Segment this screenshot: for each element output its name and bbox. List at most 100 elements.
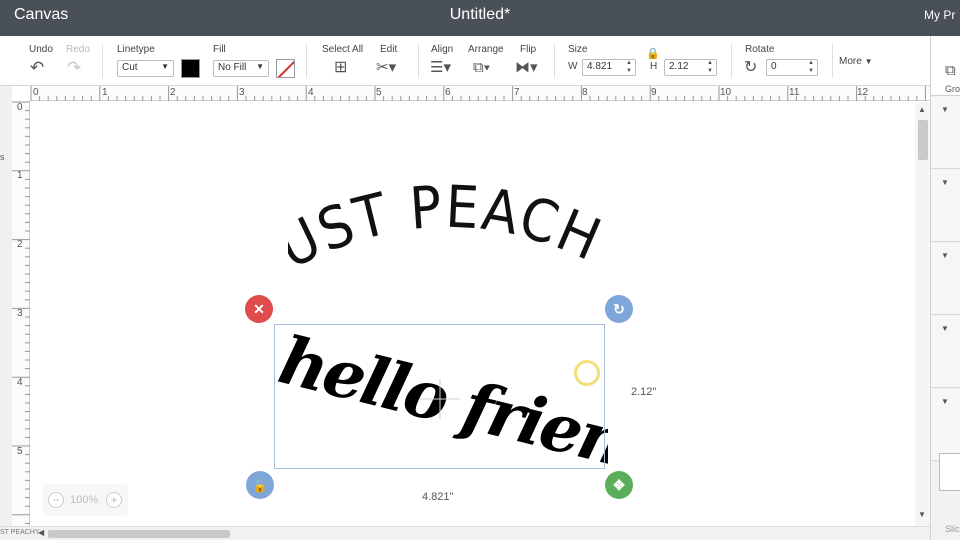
ruler-number: 0: [33, 87, 39, 98]
align-label: Align: [431, 44, 454, 55]
stepper-arrows-icon[interactable]: ▲ ▼: [707, 59, 713, 75]
select-all-icon[interactable]: ⊞: [334, 58, 347, 78]
layer-row[interactable]: ▼: [931, 389, 960, 461]
arrange-icon[interactable]: ⧉▾: [473, 58, 490, 78]
toolbar-divider: [102, 44, 103, 78]
lock-handle[interactable]: 🔓: [246, 471, 274, 499]
linetype-select[interactable]: Cut ▼: [117, 60, 174, 77]
rotate-value: 0: [771, 61, 777, 72]
delete-handle[interactable]: ✕: [245, 295, 273, 323]
height-input[interactable]: 2.12 ▲ ▼: [664, 59, 717, 76]
chevron-down-icon: ▼: [864, 57, 873, 66]
scroll-thumb[interactable]: [48, 530, 230, 538]
ruler-number: 9: [651, 87, 657, 98]
toolbar-divider: [731, 44, 732, 78]
edit-icon[interactable]: ✂▾: [376, 58, 396, 78]
chevron-down-icon[interactable]: ▼: [941, 251, 949, 260]
chevron-down-icon: ▼: [256, 62, 264, 71]
rotate-icon: ↻: [744, 59, 758, 76]
left-panel-edge: s: [0, 86, 12, 526]
height-label: H: [650, 61, 658, 72]
rotate-label: Rotate: [745, 44, 775, 55]
chevron-down-icon[interactable]: ▼: [941, 105, 949, 114]
flip-icon[interactable]: ⧓▾: [515, 58, 538, 78]
ruler-number: 11: [789, 87, 800, 98]
size-label: Size: [568, 44, 588, 55]
left-edge-label: s: [0, 152, 5, 162]
width-value: 4.821: [587, 61, 613, 72]
stepper-arrows-icon[interactable]: ▲ ▼: [626, 59, 632, 75]
move-arrows-icon: ✥: [613, 477, 625, 493]
arrange-label: Arrange: [468, 44, 504, 55]
ruler-number: 10: [720, 87, 732, 98]
canvas-color-swatch[interactable]: [939, 453, 960, 491]
chevron-down-icon[interactable]: ▼: [941, 324, 949, 333]
flip-label: Flip: [520, 44, 537, 55]
select-all-label: Select All: [322, 44, 364, 55]
undo-icon[interactable]: ↶: [30, 58, 44, 78]
close-icon: ✕: [253, 301, 265, 317]
selection-center-crosshair: [420, 379, 460, 419]
scale-handle[interactable]: ✥: [605, 471, 633, 499]
width-input[interactable]: 4.821 ▲ ▼: [582, 59, 636, 76]
scroll-up-icon[interactable]: ▲: [918, 105, 926, 114]
fill-value: No Fill: [218, 62, 247, 73]
edit-label: Edit: [380, 44, 398, 55]
layer-row[interactable]: ▼: [931, 243, 960, 315]
rotate-input[interactable]: 0 ▲ ▼: [766, 59, 818, 76]
chevron-down-icon[interactable]: ▼: [941, 178, 949, 187]
scroll-down-icon[interactable]: ▼: [918, 510, 926, 519]
redo-label: Redo: [66, 44, 90, 55]
ruler-number: 4: [17, 377, 23, 388]
vertical-scrollbar[interactable]: ▲ ▼: [915, 102, 930, 526]
svg-text:JUST PEACHY: JUST PEACHY: [288, 176, 608, 282]
zoom-out-button[interactable]: −: [48, 492, 64, 508]
slice-label[interactable]: Slice: [945, 524, 960, 534]
layers-panel-header: ⧉ Grou: [931, 36, 960, 96]
title-bar: Canvas Untitled* My Pr: [0, 0, 960, 36]
chevron-down-icon: ▼: [161, 62, 169, 71]
toolbar-divider: [418, 44, 419, 78]
stepper-arrows-icon[interactable]: ▲ ▼: [808, 59, 814, 75]
selection-box[interactable]: [274, 324, 605, 469]
unlock-icon: 🔓: [252, 479, 268, 493]
ruler-number: 5: [17, 446, 23, 457]
ruler-number: 2: [170, 87, 176, 98]
ruler-number: 5: [376, 87, 382, 98]
more-button[interactable]: More ▼: [839, 56, 873, 67]
group-label[interactable]: Grou: [945, 84, 960, 94]
layer-row[interactable]: ▼: [931, 97, 960, 169]
layer-row[interactable]: ▼: [931, 316, 960, 388]
title-text: JUST PEACHY: [288, 176, 608, 282]
horizontal-ruler: 0 1 2 3 4 5 6 7 8 9 10 11 12: [30, 86, 930, 101]
ruler-number: 4: [308, 87, 314, 98]
height-readout: 2.12": [631, 386, 657, 398]
ruler-number: 0: [17, 102, 23, 113]
layers-icon[interactable]: ⧉: [945, 62, 956, 79]
undo-label: Undo: [29, 44, 53, 55]
redo-icon[interactable]: ↷: [67, 58, 81, 78]
scroll-thumb[interactable]: [918, 120, 928, 160]
document-title: Untitled*: [449, 6, 511, 23]
linetype-label: Linetype: [117, 44, 155, 55]
layer-row[interactable]: ▼: [931, 170, 960, 242]
just-peachy-text[interactable]: JUST PEACHY: [288, 176, 608, 286]
linetype-color-swatch[interactable]: [181, 59, 200, 78]
fill-select[interactable]: No Fill ▼: [213, 60, 269, 77]
zoom-in-button[interactable]: +: [106, 492, 122, 508]
horizontal-scrollbar[interactable]: ST PEACHY ◀: [0, 526, 930, 540]
fill-color-swatch[interactable]: [276, 59, 295, 78]
linetype-value: Cut: [122, 62, 138, 73]
scroll-left-icon[interactable]: ◀: [38, 528, 44, 537]
ruler-number: 12: [857, 87, 869, 98]
more-label: More: [839, 56, 862, 67]
toolbar-divider: [832, 44, 833, 78]
layers-panel: ⧉ Grou ▼ ▼ ▼ ▼ ▼ Slice: [930, 36, 960, 540]
chevron-down-icon[interactable]: ▼: [941, 397, 949, 406]
rotate-handle[interactable]: ↻: [605, 295, 633, 323]
my-projects-link[interactable]: My Pr: [924, 8, 960, 22]
toolbar-divider: [306, 44, 307, 78]
fill-label: Fill: [213, 44, 226, 55]
toolbar: Undo ↶ Redo ↷ Linetype Cut ▼ Fill No Fil…: [0, 36, 930, 86]
align-icon[interactable]: ☰▾: [430, 58, 451, 78]
